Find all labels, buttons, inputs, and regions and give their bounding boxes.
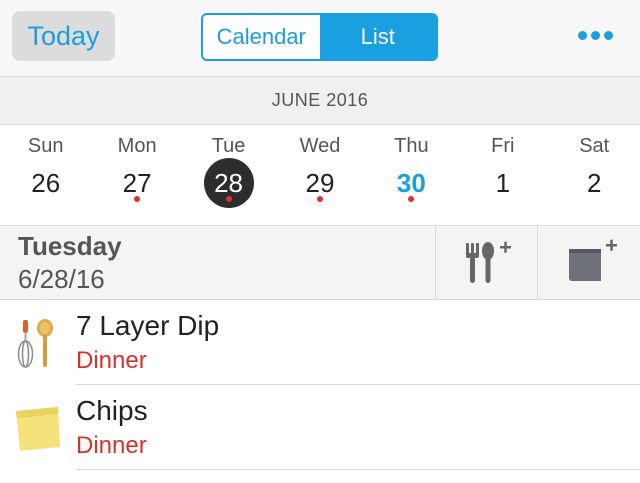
list-item[interactable]: 7 Layer Dip Dinner (0, 300, 640, 385)
day-name: Mon (117, 135, 157, 157)
day-sun[interactable]: Sun 26 (0, 125, 91, 225)
today-button[interactable]: Today (12, 11, 115, 61)
add-note-icon (568, 239, 617, 281)
day-name: Tue (211, 135, 246, 157)
event-dot (225, 196, 232, 202)
meal-list: 7 Layer Dip Dinner Chips Dinner (0, 300, 640, 470)
item-meal-type: Dinner (76, 432, 147, 459)
day-sat[interactable]: Sat 2 (549, 125, 640, 225)
day-date: 6/28/16 (18, 264, 105, 294)
day-number: 2 (587, 167, 602, 198)
list-item[interactable]: Chips Dinner (0, 385, 640, 470)
add-meal-icon (465, 241, 511, 283)
item-meal-type: Dinner (76, 347, 147, 374)
more-button[interactable] (570, 22, 620, 50)
day-name: Sat (579, 135, 610, 157)
day-header: Tuesday 6/28/16 (0, 226, 640, 300)
add-meal-button[interactable] (435, 226, 537, 299)
day-name: Thu (394, 135, 429, 157)
ellipsis-icon (576, 27, 615, 45)
whisk-spoon-icon (17, 319, 53, 368)
separator (76, 469, 640, 470)
item-title: Chips (76, 395, 148, 426)
sticky-note-icon (16, 407, 60, 451)
day-fri[interactable]: Fri 1 (457, 125, 548, 225)
day-tue[interactable]: Tue 28 (183, 125, 274, 225)
day-name: Sun (27, 135, 64, 157)
day-name: Fri (491, 135, 515, 157)
month-label: JUNE 2016 (0, 77, 640, 125)
day-mon[interactable]: Mon 27 (91, 125, 182, 225)
day-title: Tuesday (18, 231, 122, 261)
top-toolbar: Today Calendar List (0, 0, 640, 77)
week-strip: Sun 26 Mon 27 Tue 28 Wed 29 Thu 30 Fri 1… (0, 125, 640, 226)
day-wed[interactable]: Wed 29 (274, 125, 365, 225)
list-segment[interactable]: List (319, 15, 436, 59)
event-dot (316, 196, 323, 202)
day-number: 26 (31, 167, 61, 198)
day-number: 1 (495, 167, 511, 198)
item-title: 7 Layer Dip (76, 310, 220, 341)
calendar-segment[interactable]: Calendar (203, 15, 320, 59)
view-segmented-control: Calendar List (201, 13, 438, 61)
add-note-button[interactable] (537, 226, 639, 299)
day-name: Wed (299, 135, 341, 157)
day-thu[interactable]: Thu 30 (366, 125, 457, 225)
